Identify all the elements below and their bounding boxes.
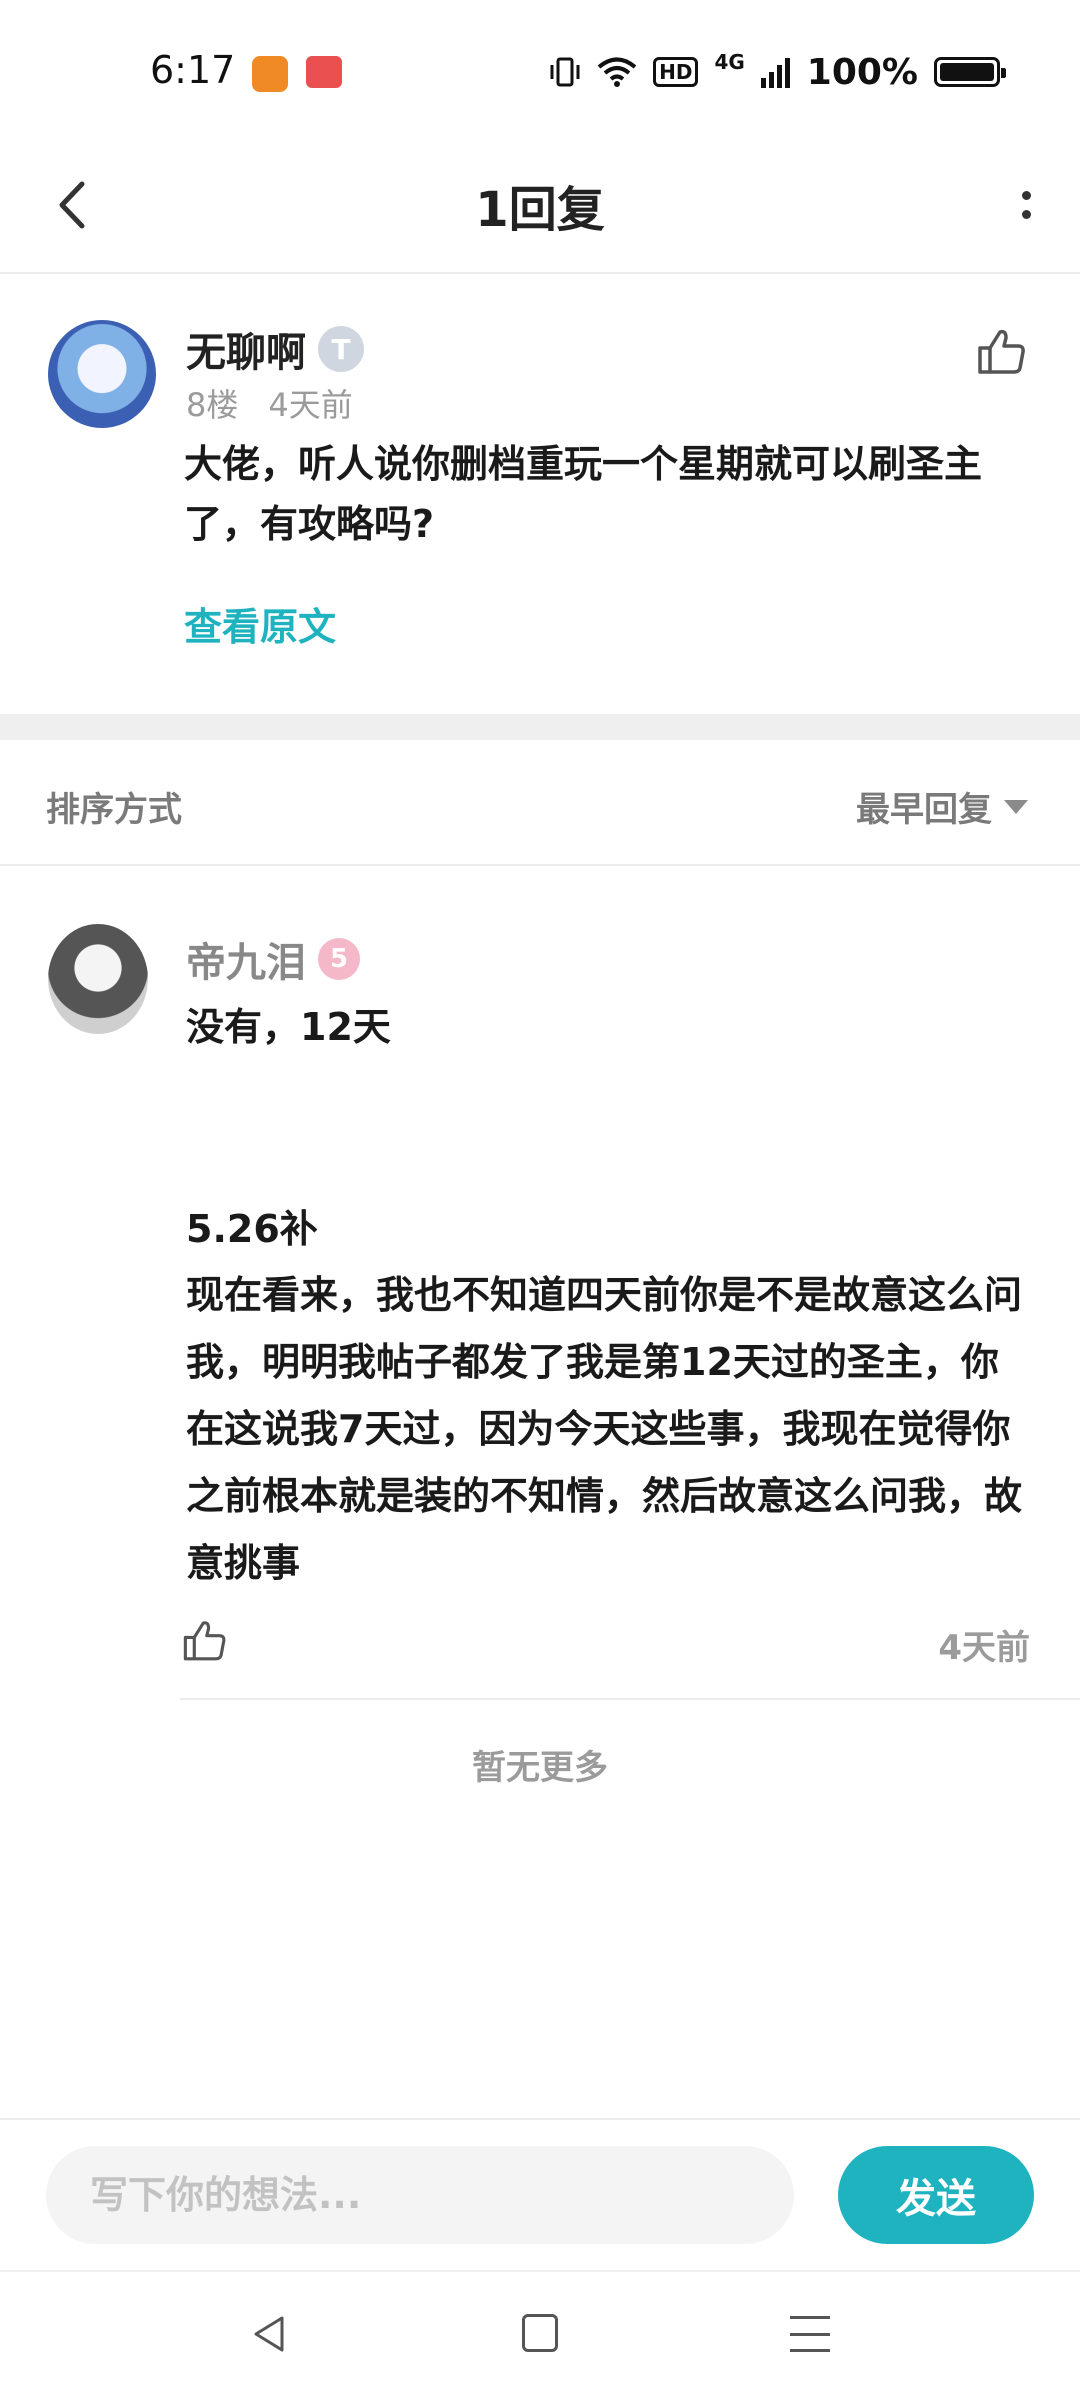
nav-home-button[interactable] (522, 2314, 558, 2352)
reply-author[interactable]: 帝九泪 5 (186, 930, 360, 988)
triangle-back-icon (254, 2316, 284, 2352)
uc-browser-icon (252, 56, 288, 92)
post-content: 大佬，听人说你删档重玩一个星期就可以刷圣主了，有攻略吗? (184, 442, 983, 546)
nav-recents-button[interactable] (790, 2316, 830, 2352)
post-author-name: 无聊啊 (186, 330, 306, 376)
battery-icon (934, 57, 1006, 87)
sort-value: 最早回复 (856, 790, 992, 830)
sort-row: 排序方式 最早回复 (0, 740, 1080, 866)
comment-bar: 发送 (0, 2118, 1080, 2268)
system-nav-bar (0, 2270, 1080, 2400)
reply-time: 4天前 (938, 1628, 1030, 1668)
section-divider (0, 714, 1080, 740)
like-button[interactable] (974, 324, 1030, 380)
more-vertical-icon (1021, 191, 1031, 200)
status-bar: 6:17 HD 4G 100% (0, 0, 1080, 140)
reply-first-line: 没有，12天 (186, 1005, 391, 1049)
avatar[interactable] (48, 320, 156, 428)
menu-line (790, 2332, 830, 2336)
thumbs-up-icon (978, 329, 1025, 374)
level-badge: 5 (318, 938, 360, 980)
nav-back-button[interactable] (248, 2312, 292, 2356)
avatar[interactable] (48, 924, 148, 1034)
page-title: 1回复 (475, 182, 605, 238)
status-time: 6:17 (150, 48, 236, 92)
send-button[interactable]: 发送 (838, 2146, 1034, 2244)
reply-like-button[interactable] (180, 1616, 230, 1666)
post-time: 4天前 (268, 386, 353, 424)
main-post: 无聊啊 T 8楼 4天前 大佬，听人说你删档重玩一个星期就可以刷圣主了，有攻略吗?… (0, 276, 1080, 712)
no-more-label: 暂无更多 (472, 1748, 608, 1788)
wifi-icon (597, 57, 637, 87)
menu-line (790, 2349, 830, 2352)
post-author[interactable]: 无聊啊 T (186, 320, 364, 378)
reply-item: 帝九泪 5 没有，12天 5.26补 现在看来，我也不知道四天前你是不是故意这么… (0, 868, 1080, 1700)
sort-label: 排序方式 (46, 790, 182, 830)
more-options-button[interactable] (998, 170, 1054, 240)
battery-percent: 100% (806, 51, 918, 93)
caret-down-icon (1004, 799, 1028, 814)
post-meta: 8楼 4天前 (186, 380, 353, 426)
reply-divider (180, 1698, 1080, 1700)
menu-icon (790, 2316, 830, 2319)
post-floor: 8楼 (186, 386, 239, 424)
more-dot (1021, 210, 1031, 219)
network-type: 4G (714, 50, 745, 74)
level-badge: T (318, 326, 364, 372)
reply-author-name: 帝九泪 (186, 940, 306, 986)
hd-voice-icon: HD (653, 57, 699, 87)
vibrate-icon (550, 57, 580, 87)
status-indicators: HD 4G 100% (549, 50, 1006, 94)
sort-dropdown[interactable]: 最早回复 (856, 782, 1028, 831)
reply-body: 现在看来，我也不知道四天前你是不是故意这么问我，明明我帖子都发了我是第12天过的… (186, 1273, 1023, 1585)
comment-input[interactable] (46, 2146, 794, 2244)
notification-app-icon (306, 56, 342, 88)
header: 1回复 (0, 140, 1080, 274)
view-original-link[interactable]: 查看原文 (184, 596, 336, 651)
thumbs-up-icon (183, 1621, 226, 1661)
reply-addendum-title: 5.26补 (186, 1207, 318, 1251)
signal-icon (760, 58, 790, 88)
